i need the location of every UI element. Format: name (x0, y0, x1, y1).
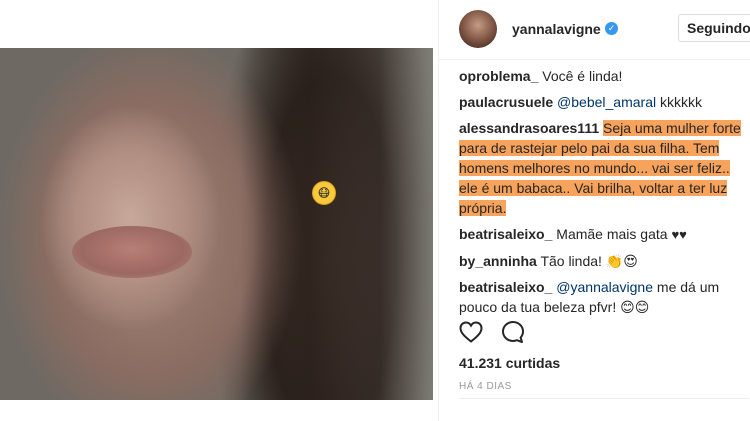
smile-emoji-icon: 😊😊 (620, 299, 650, 315)
comment-username[interactable]: paulacrusuele (459, 94, 553, 110)
author-username[interactable]: yannalavigne (512, 21, 601, 37)
comment-username[interactable]: by_anninha (459, 253, 537, 269)
following-button[interactable]: Seguindo (678, 14, 750, 42)
comment-item: beatrisaleixo_ Mamãe mais gata ♥♥ (459, 224, 749, 245)
comment-item: beatrisaleixo_ @yannalavigne me dá um po… (459, 277, 749, 317)
comment-list: oproblema_ Você é linda! paulacrusuele @… (459, 66, 749, 323)
post-media-pane: 😷 (0, 0, 438, 421)
clap-heart-eyes-emoji-icon: 👏😍 (605, 253, 638, 269)
comment-bubble-icon[interactable] (501, 320, 525, 344)
comment-text: Mamãe mais gata (556, 226, 668, 242)
comment-username[interactable]: oproblema_ (459, 68, 538, 84)
comment-item: by_anninha Tão linda! 👏😍 (459, 251, 749, 271)
comment-text: Tão linda! (540, 253, 602, 269)
comment-mention[interactable]: @yannalavigne (556, 279, 653, 295)
divider (459, 398, 749, 399)
photo-shading (240, 48, 433, 400)
post-details-pane: yannalavigne ✓ Seguindo oproblema_ Você … (438, 0, 750, 421)
verified-badge-icon: ✓ (605, 22, 618, 35)
comment-username[interactable]: alessandrasoares111 (459, 120, 599, 136)
heart-outline-icon[interactable] (459, 321, 483, 343)
emoji-sticker-icon: 😷 (312, 181, 336, 205)
comment-username[interactable]: beatrisaleixo_ (459, 279, 552, 295)
comment-text: kkkkkk (659, 94, 702, 110)
post-photo[interactable]: 😷 (0, 48, 433, 400)
comment-text: Você é linda! (542, 68, 623, 84)
photo-detail (72, 226, 192, 278)
comment-mention[interactable]: @bebel_amaral (557, 94, 656, 110)
comment-item: paulacrusuele @bebel_amaral kkkkkk (459, 92, 749, 112)
post-header: yannalavigne ✓ Seguindo (439, 0, 750, 60)
comment-username[interactable]: beatrisaleixo_ (459, 226, 552, 242)
action-bar (459, 318, 749, 346)
avatar[interactable] (459, 10, 497, 48)
comment-item: oproblema_ Você é linda! (459, 66, 749, 86)
post-timestamp[interactable]: HÁ 4 DIAS (459, 381, 512, 392)
heart-emoji-icon: ♥♥ (671, 227, 687, 242)
comment-item: alessandrasoares111 Seja uma mulher fort… (459, 118, 749, 218)
like-count[interactable]: 41.231 curtidas (459, 355, 560, 371)
